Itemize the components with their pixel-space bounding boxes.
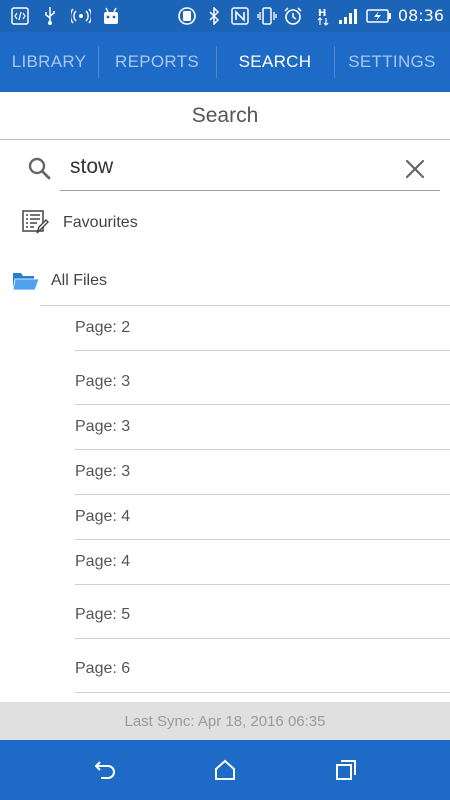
favourites-item[interactable]: Favourites — [0, 200, 450, 246]
recent-apps-button[interactable] — [333, 758, 359, 782]
result-item[interactable]: Page: 4 — [75, 540, 450, 585]
result-item[interactable]: Page: 2 — [75, 306, 450, 351]
recent-apps-icon — [336, 760, 356, 780]
nfc-icon — [230, 6, 250, 26]
favourites-label: Favourites — [63, 214, 138, 231]
favourites-list-icon — [21, 208, 49, 236]
result-label: Page: 3 — [75, 463, 131, 480]
result-item[interactable]: Page: 3 — [75, 450, 450, 495]
navigation-bar — [0, 740, 450, 800]
bluetooth-icon — [204, 6, 224, 26]
home-button[interactable] — [212, 758, 238, 782]
signal-icon — [338, 6, 358, 26]
tab-divider — [216, 46, 217, 78]
folder-open-icon — [12, 270, 40, 292]
rotate-icon — [177, 6, 197, 26]
close-icon — [405, 159, 425, 179]
result-label: Page: 2 — [75, 319, 131, 336]
result-label: Page: 6 — [75, 660, 131, 677]
search-bar — [0, 140, 450, 192]
tab-library[interactable]: LIBRARY — [0, 32, 98, 92]
data-h-icon: H — [313, 6, 333, 26]
tab-divider — [98, 46, 99, 78]
result-item[interactable]: Page: 3 — [75, 405, 450, 450]
tab-reports[interactable]: REPORTS — [98, 32, 216, 92]
tab-bar: LIBRARY REPORTS SEARCH SETTINGS — [0, 32, 450, 92]
clock: 08:36 — [397, 6, 444, 25]
last-sync-status: Last Sync: Apr 18, 2016 06:35 — [0, 702, 450, 740]
tab-divider — [334, 46, 335, 78]
code-icon — [10, 6, 30, 26]
vibrate-icon — [257, 6, 277, 26]
back-button[interactable] — [92, 758, 118, 782]
alarm-icon — [283, 6, 303, 26]
android-icon — [101, 6, 121, 26]
result-item[interactable]: Page: 6 — [75, 639, 450, 693]
svg-text:H: H — [318, 8, 326, 19]
result-item[interactable]: Page: 5 — [75, 585, 450, 639]
back-icon — [94, 761, 115, 779]
result-label: Page: 4 — [75, 508, 131, 525]
clear-search-button[interactable] — [404, 158, 426, 185]
result-item[interactable]: Page: 3 — [75, 351, 450, 405]
result-label: Page: 3 — [75, 373, 131, 390]
page-title: Search — [0, 92, 450, 140]
result-label: Page: 4 — [75, 553, 131, 570]
result-item[interactable]: Page: 4 — [75, 495, 450, 540]
all-files-label: All Files — [51, 272, 108, 289]
result-label: Page: 5 — [75, 606, 131, 623]
tab-search[interactable]: SEARCH — [216, 32, 334, 92]
usb-icon — [40, 6, 60, 26]
tab-settings[interactable]: SETTINGS — [334, 32, 450, 92]
search-input[interactable] — [60, 144, 440, 191]
battery-charging-icon — [366, 6, 392, 26]
home-icon — [215, 759, 235, 780]
all-files-item[interactable]: All Files — [0, 258, 450, 304]
result-label: Page: 3 — [75, 418, 131, 435]
hotspot-icon — [71, 6, 91, 26]
search-icon — [27, 156, 51, 180]
status-bar: H 08:36 — [0, 0, 450, 32]
